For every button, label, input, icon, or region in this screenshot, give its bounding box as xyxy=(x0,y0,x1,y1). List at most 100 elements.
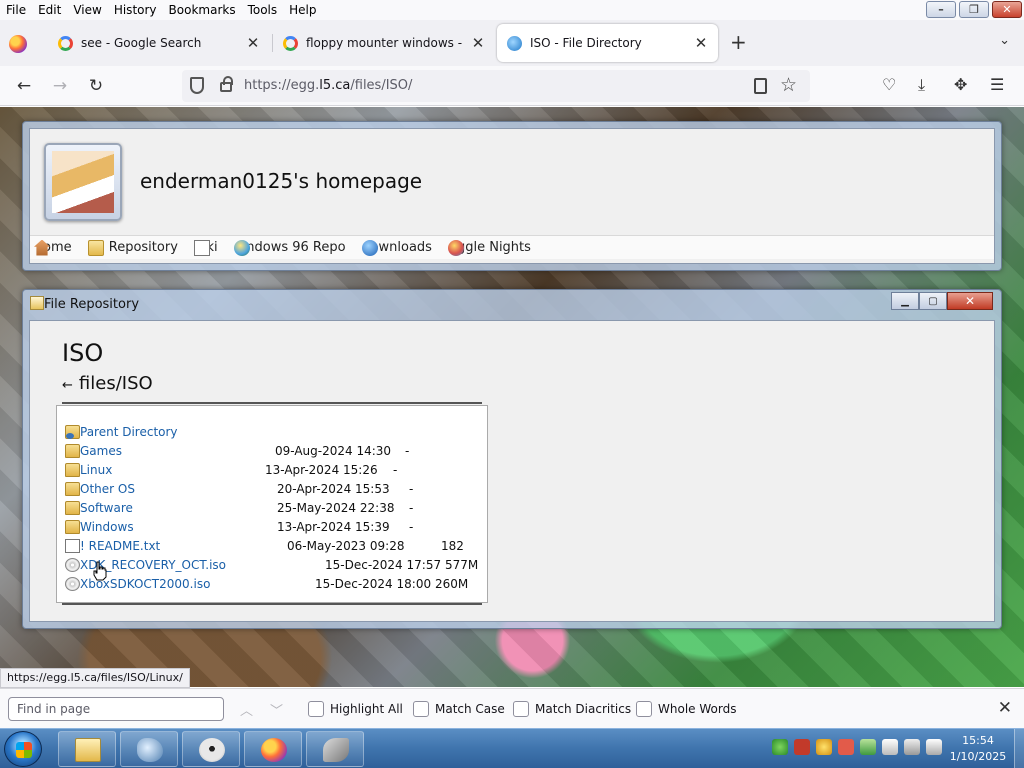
network-connection-icon[interactable] xyxy=(904,739,920,755)
forward-button[interactable]: → xyxy=(48,74,72,98)
checkbox[interactable] xyxy=(308,701,324,717)
taskbar-dragon-app[interactable] xyxy=(120,731,178,767)
taskbar-mouse-app[interactable] xyxy=(182,731,240,767)
file-link[interactable]: Software xyxy=(80,501,133,515)
reload-button[interactable]: ↻ xyxy=(84,74,108,98)
match-diacritics-checkbox[interactable]: Match Diacritics xyxy=(513,701,631,717)
whole-words-checkbox[interactable]: Whole Words xyxy=(636,701,736,717)
clock[interactable]: 15:54 1/10/2025 xyxy=(938,733,1018,765)
file-row: Linux 13-Apr-2024 15:26- xyxy=(65,460,485,479)
taskbar-tool-app[interactable] xyxy=(306,731,364,767)
checkbox[interactable] xyxy=(636,701,652,717)
menu-view[interactable]: View xyxy=(67,0,107,20)
find-next-icon[interactable]: ﹀ xyxy=(270,700,283,719)
menu-edit[interactable]: Edit xyxy=(32,0,67,20)
file-link[interactable]: Linux xyxy=(80,463,112,477)
app-tray-icon[interactable] xyxy=(838,739,854,755)
nav-goggle-nights[interactable]: ggle Nights xyxy=(447,239,531,256)
checkbox[interactable] xyxy=(413,701,429,717)
file-link[interactable]: Other OS xyxy=(80,482,135,496)
restore-button[interactable]: ❐ xyxy=(959,1,989,18)
menu-tools[interactable]: Tools xyxy=(242,0,284,20)
file-link[interactable]: Windows xyxy=(80,520,134,534)
new-tab-button[interactable]: + xyxy=(730,32,747,52)
maximize-button[interactable]: ▢ xyxy=(919,292,947,310)
window-titlebar[interactable]: File Repository ▁ ▢ ✕ xyxy=(23,290,1001,318)
file-size: - xyxy=(409,519,414,534)
divider xyxy=(62,402,482,404)
file-row: Software 25-May-2024 22:38- xyxy=(65,498,485,517)
back-arrow-icon[interactable]: ← xyxy=(62,378,73,393)
option-label: Match Diacritics xyxy=(535,702,632,716)
nav-downloads[interactable]: ownloads xyxy=(361,239,432,256)
file-date: 15-Dec-2024 17:57 xyxy=(325,557,442,572)
find-previous-icon[interactable]: ︿ xyxy=(240,700,253,719)
file-size: - xyxy=(393,462,398,477)
show-desktop-button[interactable] xyxy=(1014,729,1024,768)
file-size: - xyxy=(405,443,410,458)
flag-tray-icon[interactable] xyxy=(882,739,898,755)
close-tab-icon[interactable]: ✕ xyxy=(471,34,485,52)
menu-file[interactable]: File xyxy=(0,0,32,20)
folder-icon xyxy=(30,296,44,310)
file-row: XDK_RECOVERY_OCT.iso 15-Dec-2024 17:57 577… xyxy=(65,555,485,574)
find-in-page-input[interactable] xyxy=(8,697,224,721)
extensions-icon[interactable]: ✥ xyxy=(954,75,967,94)
text-file-icon xyxy=(65,538,80,553)
start-button[interactable] xyxy=(4,731,42,767)
file-row: ! README.txt 06-May-2023 09:28 182 xyxy=(65,536,485,555)
close-tab-icon[interactable]: ✕ xyxy=(246,34,260,52)
taskbar-firefox[interactable] xyxy=(244,731,302,767)
minimize-button[interactable]: ▁ xyxy=(891,292,919,310)
close-window-button[interactable]: ✕ xyxy=(992,1,1022,18)
downloads-icon[interactable]: ⤓ xyxy=(918,75,925,95)
nav-home[interactable]: ome xyxy=(34,239,72,256)
nav-windows-96-repo[interactable]: indows 96 Repo xyxy=(233,239,346,256)
taskbar-explorer[interactable] xyxy=(58,731,116,767)
file-date: 25-May-2024 22:38 xyxy=(277,500,395,515)
globe-icon xyxy=(507,35,522,51)
tracking-protection-shield-icon[interactable] xyxy=(190,77,204,94)
list-all-tabs-icon[interactable]: ⌄ xyxy=(999,33,1010,48)
network-tray-icon[interactable] xyxy=(772,739,788,755)
close-button[interactable]: ✕ xyxy=(947,292,993,310)
reader-view-icon[interactable] xyxy=(754,78,767,94)
url-bar[interactable]: https://egg.l5.ca/files/ISO/ ☆ xyxy=(182,70,810,102)
tab-floppy-search[interactable]: floppy mounter windows - Goo ✕ xyxy=(273,24,495,62)
nav-file-repository[interactable]: e Repository xyxy=(87,239,178,256)
folder-icon xyxy=(65,481,80,496)
file-link[interactable]: Games xyxy=(80,444,122,458)
file-listing: Parent Directory Games 09-Aug-2024 14:30- L… xyxy=(56,405,488,603)
minimize-button[interactable]: – xyxy=(926,1,956,18)
site-nav: ome e Repository iki indows 96 Repo ownl… xyxy=(30,235,994,259)
tab-google-search[interactable]: see - Google Search ✕ xyxy=(48,24,270,62)
shield-tray-icon[interactable] xyxy=(860,739,876,755)
close-tray-icon[interactable] xyxy=(794,739,810,755)
close-findbar-icon[interactable]: ✕ xyxy=(998,698,1012,718)
back-button[interactable]: ← xyxy=(12,74,36,98)
window-controls: – ❐ ✕ xyxy=(926,1,1022,18)
lock-icon[interactable] xyxy=(220,76,233,92)
url-text[interactable]: https://egg.l5.ca/files/ISO/ xyxy=(244,78,412,93)
clock-time: 15:54 xyxy=(962,734,994,747)
path-text: files/ISO xyxy=(78,373,153,394)
window-title: File Repository xyxy=(44,297,140,312)
firefox-view-icon[interactable] xyxy=(9,35,27,53)
file-link[interactable]: ! README.txt xyxy=(80,539,160,553)
menu-bar: File Edit View History Bookmarks Tools H… xyxy=(0,0,1024,20)
highlight-all-checkbox[interactable]: Highlight All xyxy=(308,701,403,717)
menu-help[interactable]: Help xyxy=(283,0,322,20)
file-link[interactable]: Parent Directory xyxy=(80,425,178,439)
checkbox[interactable] xyxy=(513,701,529,717)
close-tab-icon[interactable]: ✕ xyxy=(694,34,708,52)
pocket-icon[interactable]: ♡ xyxy=(882,75,896,94)
tab-iso-directory[interactable]: ISO - File Directory ✕ xyxy=(497,24,718,62)
app-menu-icon[interactable]: ☰ xyxy=(990,75,1004,94)
menu-bookmarks[interactable]: Bookmarks xyxy=(163,0,242,20)
menu-history[interactable]: History xyxy=(108,0,163,20)
magnifier-tray-icon[interactable] xyxy=(816,739,832,755)
bookmark-star-icon[interactable]: ☆ xyxy=(780,74,797,96)
file-repository-window: File Repository ▁ ▢ ✕ ISO ← files/ISO Pa… xyxy=(22,289,1002,629)
match-case-checkbox[interactable]: Match Case xyxy=(413,701,505,717)
nav-wiki[interactable]: iki xyxy=(193,239,218,256)
